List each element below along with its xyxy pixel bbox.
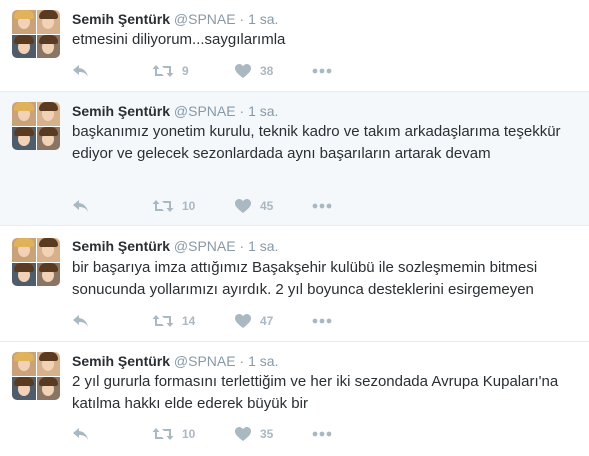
author-name[interactable]: Semih Şentürk [72,353,170,369]
tweet-text: başkanımız yonetim kurulu, teknik kadro … [72,123,561,162]
heart-icon [234,313,252,329]
more-button[interactable] [312,61,332,81]
avatar[interactable] [12,102,60,150]
author-name[interactable]: Semih Şentürk [72,11,170,27]
retweet-count: 14 [182,314,196,328]
separator: · [239,103,245,119]
reply-button[interactable] [72,61,90,81]
avatar[interactable] [12,10,60,58]
like-button[interactable]: 45 [234,196,273,216]
author-name[interactable]: Semih Şentürk [72,238,170,254]
separator: · [239,238,245,254]
more-button[interactable] [312,311,332,331]
like-button[interactable]: 38 [234,61,273,81]
retweet-icon [152,198,174,214]
like-count: 45 [260,199,274,213]
reply-icon [72,426,90,442]
timestamp[interactable]: 1 sa. [248,11,278,27]
tweet-header: Semih Şentürk @SPNAE · 1 sa. [72,10,278,28]
retweet-count: 10 [182,427,196,441]
separator: · [239,353,245,369]
timestamp[interactable]: 1 sa. [248,238,278,254]
timestamp[interactable]: 1 sa. [248,103,278,119]
tweet-item[interactable]: Semih Şentürk @SPNAE · 1 sa. başkanımız … [0,92,589,226]
avatar[interactable] [12,238,60,286]
author-handle[interactable]: @SPNAE [174,11,236,27]
retweet-icon [152,63,174,79]
more-icon [312,431,332,437]
more-button[interactable] [312,424,332,444]
reply-button[interactable] [72,424,90,444]
tweet-timeline: Semih Şentürk @SPNAE · 1 sa. etmesini di… [0,0,589,456]
more-icon [312,318,332,324]
reply-button[interactable] [72,196,90,216]
tweet-item[interactable]: Semih Şentürk @SPNAE · 1 sa. etmesini di… [0,0,589,92]
tweet-actions: 10 45 [72,196,352,216]
heart-icon [234,63,252,79]
author-name[interactable]: Semih Şentürk [72,103,170,119]
tweet-text: etmesini diliyorum...saygılarımla [72,31,286,48]
author-handle[interactable]: @SPNAE [174,353,236,369]
reply-button[interactable] [72,311,90,331]
reply-icon [72,313,90,329]
tweet-header: Semih Şentürk @SPNAE · 1 sa. [72,237,278,255]
author-handle[interactable]: @SPNAE [174,238,236,254]
like-count: 35 [260,427,274,441]
separator: · [239,11,245,27]
tweet-header: Semih Şentürk @SPNAE · 1 sa. [72,352,278,370]
retweet-button[interactable]: 10 [152,424,195,444]
reply-icon [72,198,90,214]
tweet-text: 2 yıl gururla formasını terlettiğim ve h… [72,373,559,412]
retweet-icon [152,426,174,442]
tweet-text: bir başarıya imza attığımız Başakşehir k… [72,259,538,298]
more-button[interactable] [312,196,332,216]
more-icon [312,203,332,209]
avatar[interactable] [12,352,60,400]
tweet-header: Semih Şentürk @SPNAE · 1 sa. [72,102,278,120]
like-count: 47 [260,314,274,328]
tweet-item[interactable]: Semih Şentürk @SPNAE · 1 sa. 2 yıl gurur… [0,342,589,456]
heart-icon [234,198,252,214]
reply-icon [72,63,90,79]
author-handle[interactable]: @SPNAE [174,103,236,119]
retweet-count: 9 [182,64,189,78]
retweet-button[interactable]: 10 [152,196,195,216]
tweet-actions: 10 35 [72,424,352,444]
more-icon [312,68,332,74]
like-count: 38 [260,64,274,78]
like-button[interactable]: 47 [234,311,273,331]
retweet-button[interactable]: 9 [152,61,189,81]
tweet-actions: 14 47 [72,311,352,331]
tweet-item[interactable]: Semih Şentürk @SPNAE · 1 sa. bir başarıy… [0,226,589,342]
timestamp[interactable]: 1 sa. [248,353,278,369]
tweet-actions: 9 38 [72,61,352,81]
retweet-count: 10 [182,199,196,213]
retweet-icon [152,313,174,329]
heart-icon [234,426,252,442]
retweet-button[interactable]: 14 [152,311,195,331]
like-button[interactable]: 35 [234,424,273,444]
